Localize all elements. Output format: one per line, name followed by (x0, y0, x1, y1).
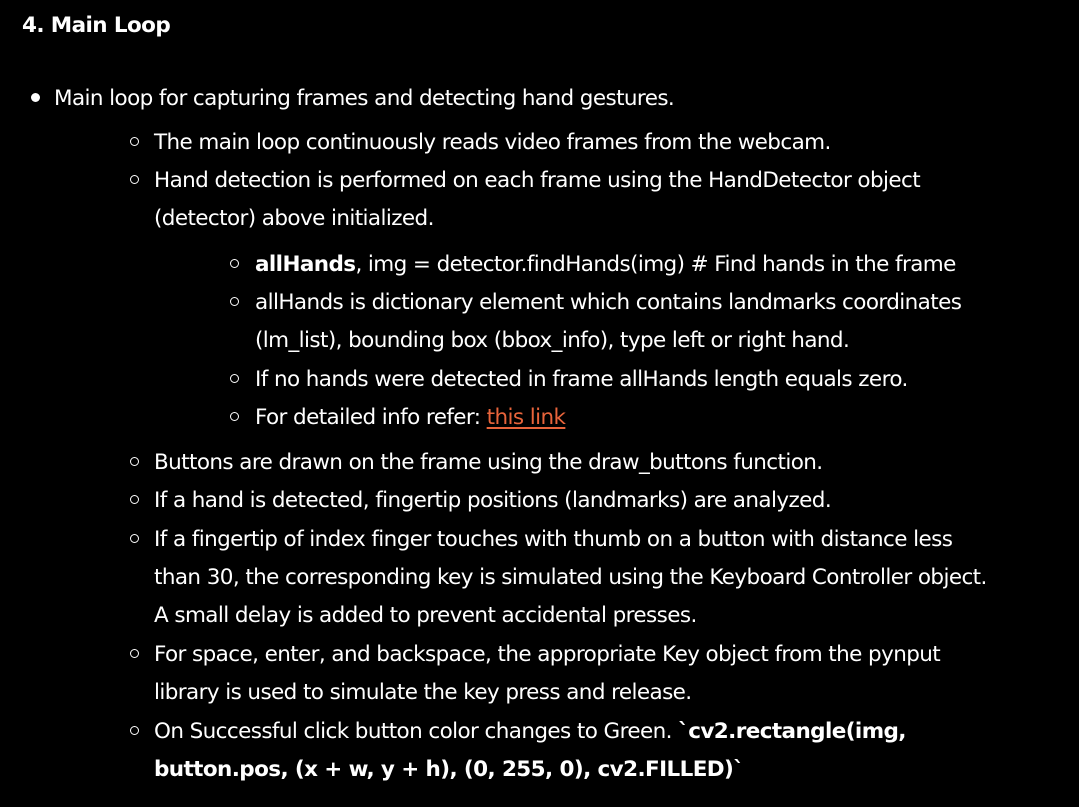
list-item-special-keys-cont: library is used to simulate the key pres… (154, 674, 692, 712)
buttons-drawn-text: Buttons are drawn on the frame using the… (154, 450, 823, 475)
touch-text-line2: than 30, the corresponding key is simula… (154, 565, 987, 590)
circle-bullet-icon (230, 246, 239, 284)
list-item-touch-cont1: than 30, the corresponding key is simula… (154, 559, 987, 597)
section-heading: 4. Main Loop (22, 13, 171, 38)
fingertip-text: If a hand is detected, fingertip positio… (154, 488, 832, 513)
list-item-buttons-drawn: Buttons are drawn on the frame using the… (130, 444, 823, 482)
hand-detection-text-line1: Hand detection is performed on each fram… (154, 168, 921, 193)
touch-text-line3: A small delay is added to prevent accide… (154, 603, 697, 628)
no-hands-text: If no hands were detected in frame allHa… (255, 367, 908, 392)
main-loop-text: Main loop for capturing frames and detec… (54, 86, 675, 111)
list-item-hand-detection-cont: (detector) above initialized. (154, 200, 434, 238)
special-keys-text-line1: For space, enter, and backspace, the app… (154, 642, 941, 667)
success-code-line2: button.pos, (x + w, y + h), (0, 255, 0),… (154, 757, 744, 782)
list-item-no-hands: If no hands were detected in frame allHa… (230, 361, 908, 399)
success-code-line1: `cv2.rectangle(img, (678, 719, 906, 744)
list-item-fingertip: If a hand is detected, fingertip positio… (130, 482, 832, 520)
refer-prefix-text: For detailed info refer: (255, 405, 487, 430)
circle-bullet-icon (130, 521, 139, 559)
circle-bullet-icon (130, 124, 139, 162)
reads-frames-text: The main loop continuously reads video f… (154, 130, 831, 155)
circle-bullet-icon (130, 636, 139, 674)
circle-bullet-icon (130, 482, 139, 520)
hand-detection-text-line2: (detector) above initialized. (154, 206, 434, 231)
list-item-special-keys: For space, enter, and backspace, the app… (130, 636, 941, 674)
list-item-success: On Successful click button color changes… (130, 713, 906, 751)
touch-text-line1: If a fingertip of index finger touches w… (154, 527, 953, 552)
circle-bullet-icon (230, 399, 239, 437)
list-item-dictionary: allHands is dictionary element which con… (230, 284, 962, 322)
list-item-refer: For detailed info refer: this link (230, 399, 566, 437)
list-item-hand-detection: Hand detection is performed on each fram… (130, 162, 921, 200)
list-item-touch-cont2: A small delay is added to prevent accide… (154, 597, 697, 635)
dictionary-text-line2: (lm_list), bounding box (bbox_info), typ… (255, 328, 850, 353)
allhands-code-text: , img = detector.findHands(img) # Find h… (355, 252, 956, 277)
disc-bullet-icon (31, 80, 40, 118)
list-item-main-loop: Main loop for capturing frames and detec… (31, 80, 675, 118)
circle-bullet-icon (230, 284, 239, 322)
list-item-success-cont: button.pos, (x + w, y + h), (0, 255, 0),… (154, 751, 744, 789)
dictionary-text-line1: allHands is dictionary element which con… (255, 290, 962, 315)
list-item-allhands: allHands, img = detector.findHands(img) … (230, 246, 956, 284)
list-item-reads-frames: The main loop continuously reads video f… (130, 124, 831, 162)
allhands-bold-text: allHands (255, 252, 356, 277)
circle-bullet-icon (130, 162, 139, 200)
success-text: On Successful click button color changes… (154, 719, 679, 744)
list-item-touch: If a fingertip of index finger touches w… (130, 521, 953, 559)
circle-bullet-icon (130, 713, 139, 751)
special-keys-text-line2: library is used to simulate the key pres… (154, 680, 692, 705)
circle-bullet-icon (130, 444, 139, 482)
list-item-dictionary-cont: (lm_list), bounding box (bbox_info), typ… (255, 322, 850, 360)
this-link[interactable]: this link (487, 405, 566, 430)
circle-bullet-icon (230, 361, 239, 399)
